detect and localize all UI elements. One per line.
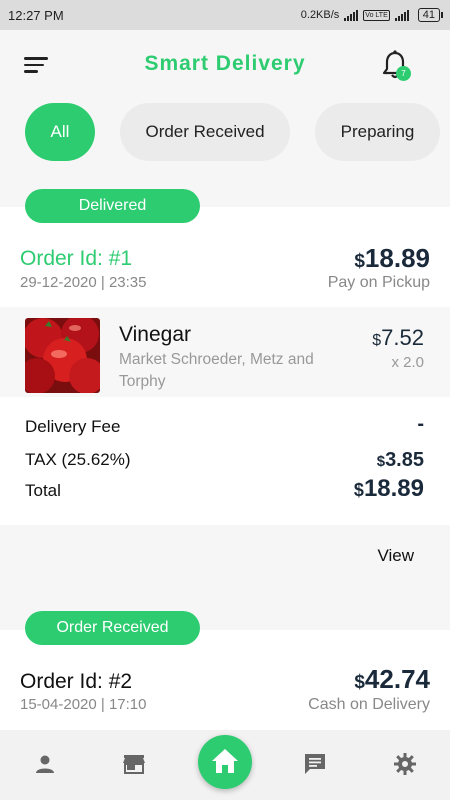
app-header: Smart Delivery 7 [0, 30, 450, 100]
order-id: Order Id: #2 [20, 670, 133, 693]
tax-value: $3.85 [376, 449, 424, 471]
profile-icon[interactable] [33, 752, 57, 776]
order-total-price: $42.74 [354, 664, 430, 694]
home-button[interactable] [198, 735, 252, 789]
order-status-badge: Delivered [25, 189, 200, 223]
signal-icon [344, 9, 359, 21]
settings-icon[interactable] [393, 752, 417, 776]
delivery-fee-label: Delivery Fee [25, 417, 121, 436]
payment-method: Cash on Delivery [308, 696, 430, 713]
volte-badge: Vo LTE [363, 9, 390, 21]
payment-method: Pay on Pickup [327, 274, 430, 291]
order-card[interactable]: Order Id: #2 15-04-2020 | 17:10 $42.74 C… [0, 630, 450, 730]
notification-badge: 7 [396, 66, 411, 81]
chat-icon[interactable] [303, 752, 327, 776]
store-icon[interactable] [122, 752, 146, 776]
status-indicators: 0.2KB/s Vo LTE 41 [300, 8, 444, 22]
signal-icon-2 [394, 9, 409, 21]
status-time: 12:27 PM [8, 7, 64, 23]
item-name: Vinegar [119, 323, 192, 346]
order-status-badge: Order Received [25, 611, 200, 645]
order-item: Vinegar Market Schroeder, Metz and Torph… [0, 307, 450, 397]
total-label: Total [25, 481, 61, 500]
filter-chip-all[interactable]: All [25, 103, 95, 161]
notifications-button[interactable]: 7 [380, 50, 414, 84]
battery-icon: 41 [417, 8, 444, 22]
order-id: Order Id: #1 [20, 247, 133, 270]
filter-chip-preparing[interactable]: Preparing [315, 103, 440, 161]
delivery-fee-value: - [417, 413, 424, 435]
item-price: $7.52 [372, 325, 424, 350]
order-total-price: $18.89 [354, 243, 430, 273]
status-bar: 12:27 PM 0.2KB/s Vo LTE 41 [0, 0, 450, 30]
item-store: Market Schroeder, Metz and Torphy [119, 351, 314, 390]
bottom-nav [0, 730, 450, 800]
view-order-button[interactable]: View [377, 546, 414, 566]
item-image [25, 318, 100, 393]
network-speed: 0.2KB/s [300, 9, 340, 21]
order-card[interactable]: Order Id: #1 29-12-2020 | 23:35 $18.89 P… [0, 207, 450, 525]
tax-label: TAX (25.62%) [25, 450, 131, 469]
filter-chips: All Order Received Preparing [0, 103, 450, 163]
total-value: $18.89 [353, 475, 424, 502]
item-quantity: x 2.0 [391, 354, 424, 371]
order-datetime: 15-04-2020 | 17:10 [20, 696, 147, 713]
filter-chip-order-received[interactable]: Order Received [120, 103, 290, 161]
home-icon [212, 749, 238, 773]
order-datetime: 29-12-2020 | 23:35 [20, 274, 147, 291]
